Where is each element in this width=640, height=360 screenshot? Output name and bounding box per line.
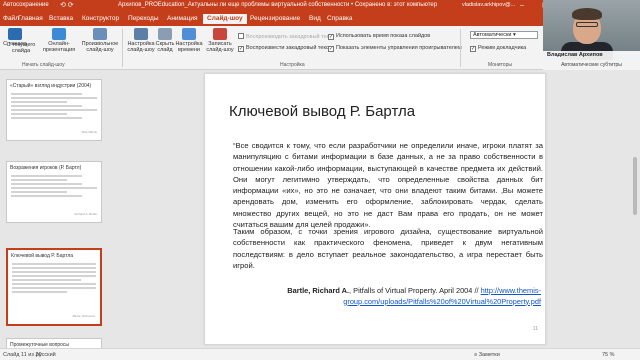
custom-slideshow-button[interactable]: Произвольное слайд-шоу bbox=[80, 28, 120, 53]
play-icon bbox=[8, 28, 22, 40]
tab-view[interactable]: Вид bbox=[309, 15, 321, 22]
monitor-select[interactable]: Автоматически ▾ bbox=[470, 31, 538, 39]
rehearse-timings-button[interactable]: Настройка времени bbox=[174, 28, 204, 53]
tab-help[interactable]: Справка bbox=[327, 15, 353, 22]
group-monitors-label: Мониторы bbox=[488, 62, 512, 68]
reference-author: Bartle, Richard A. bbox=[287, 286, 350, 295]
from-current-slide-button[interactable]: С текущего слайда bbox=[6, 42, 36, 54]
notes-button[interactable]: ≡ Заметки bbox=[474, 352, 500, 358]
slide-quote-paragraph[interactable]: “Все сводится к тому, что если разработч… bbox=[233, 140, 543, 230]
webcam-overlay: Владислав Архипов Автоматические субтитр… bbox=[543, 0, 640, 70]
slide-thumbnail[interactable]: Промежуточные вопросы bbox=[6, 338, 102, 348]
vertical-scrollbar[interactable] bbox=[630, 71, 640, 348]
record-slideshow-button[interactable]: Записать слайд-шоу bbox=[203, 28, 237, 53]
slide-reference[interactable]: Bartle, Richard A., Pitfalls of Virtual … bbox=[233, 286, 541, 307]
language-indicator[interactable]: русский bbox=[36, 352, 56, 358]
auto-subtitles-label: Автоматические субтитры bbox=[543, 60, 640, 70]
hide-slide-icon bbox=[158, 28, 172, 40]
slide-thumbnail[interactable]: «Старый» взгляд индустрии (2004) Matt Mi… bbox=[6, 79, 102, 141]
group-setup-label: Настройка bbox=[280, 62, 305, 68]
tab-insert[interactable]: Вставка bbox=[49, 15, 73, 22]
slide-thumbnails-pane: «Старый» взгляд индустрии (2004) Matt Mi… bbox=[0, 71, 108, 348]
slide-thumbnail[interactable]: Возражения игроков (Р. Бартл) Richard A.… bbox=[6, 161, 102, 223]
tab-design[interactable]: Конструктор bbox=[82, 15, 119, 22]
current-slide[interactable]: Ключевой вывод Р. Бартла “Все сводится к… bbox=[204, 73, 546, 345]
use-timings-checkbox[interactable]: ✓ Использовать время показа слайдов bbox=[328, 33, 430, 40]
account-email[interactable]: vladislav.arkhipov@... bbox=[462, 2, 515, 8]
slide-title[interactable]: Ключевой вывод Р. Бартла bbox=[229, 103, 415, 120]
tab-home[interactable]: Главная bbox=[18, 15, 43, 22]
scrollbar-thumb[interactable] bbox=[633, 157, 637, 215]
group-start-label: Начать слайд-шоу bbox=[22, 62, 65, 68]
status-bar: Слайд 11 из 20 русский ≡ Заметки 75 % bbox=[0, 348, 640, 360]
quick-access-toolbar[interactable]: ⟲ ⟳ bbox=[60, 1, 74, 9]
presenter-name: Владислав Архипов bbox=[543, 51, 640, 60]
slide-conclusion-paragraph[interactable]: Таким образом, с точки зрения игрового д… bbox=[233, 226, 543, 271]
tab-transitions[interactable]: Переходы bbox=[128, 15, 159, 22]
timer-icon bbox=[182, 28, 196, 40]
slide-thumbnail-selected[interactable]: Ключевой вывод Р. Бартла Bartle, Richard… bbox=[6, 248, 102, 326]
slide-number: 11 bbox=[532, 326, 538, 332]
show-media-controls-checkbox[interactable]: ✓ Показать элементы управления проигрыват… bbox=[328, 45, 462, 52]
record-icon bbox=[213, 28, 227, 40]
tab-slideshow[interactable]: Слайд-шоу bbox=[203, 14, 247, 24]
reference-text: , Pitfalls of Virtual Property. April 20… bbox=[349, 286, 481, 295]
ribbon-separator bbox=[122, 29, 123, 67]
document-title: Архипов_PROEducation_Актуальны ли еще пр… bbox=[118, 2, 438, 8]
present-online-button[interactable]: Онлайн-презентация bbox=[40, 28, 78, 53]
tab-animations[interactable]: Анимация bbox=[167, 15, 198, 22]
globe-icon bbox=[52, 28, 66, 40]
presenter-view-checkbox[interactable]: ✓ Режим докладчика bbox=[470, 45, 526, 52]
tab-file[interactable]: Файл bbox=[3, 15, 19, 22]
ribbon-separator bbox=[460, 29, 461, 67]
play-narrations-checkbox[interactable]: ✓ Воспроизвести закадровый текст bbox=[238, 45, 331, 52]
play-narrations-checkbox-disabled: Воспроизводить закадровый текст bbox=[238, 33, 334, 40]
setup-icon bbox=[134, 28, 148, 40]
zoom-level[interactable]: 75 % bbox=[602, 352, 615, 358]
custom-show-icon bbox=[93, 28, 107, 40]
autosave-toggle[interactable]: Автосохранение bbox=[3, 2, 49, 8]
tab-review[interactable]: Рецензирование bbox=[250, 15, 300, 22]
